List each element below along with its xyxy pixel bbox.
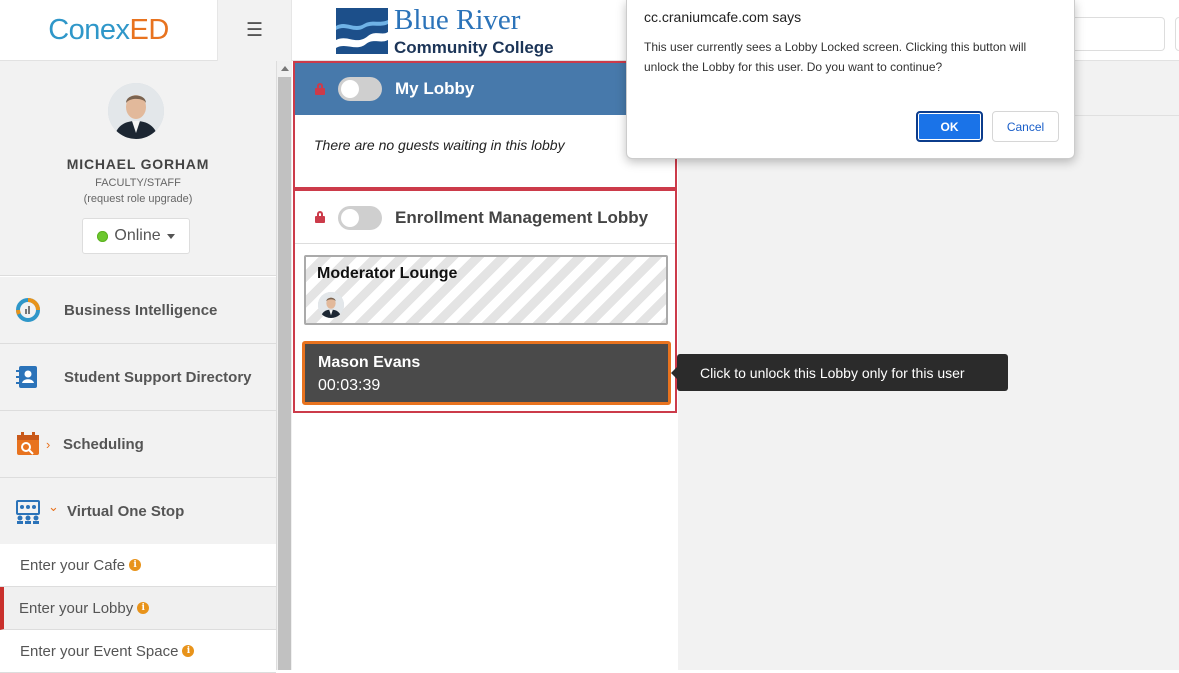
college-subtitle: Community College — [394, 38, 554, 57]
lobby-title: My Lobby — [395, 79, 475, 98]
status-label: Online — [114, 227, 161, 244]
confirm-dialog: cc.craniumcafe.com says This user curren… — [626, 0, 1075, 159]
search-input[interactable] — [1068, 17, 1165, 51]
lobby-open-toggle[interactable] — [338, 77, 382, 101]
info-icon[interactable]: i — [182, 645, 195, 657]
lobby-open-toggle[interactable] — [338, 206, 382, 230]
chevron-right-icon: › — [46, 436, 51, 452]
tooltip-text: Click to unlock this Lobby only for this… — [700, 364, 965, 381]
calendar-search-icon — [17, 432, 39, 455]
dialog-message: This user currently sees a Lobby Locked … — [644, 40, 1027, 74]
chart-ring-icon — [16, 298, 40, 322]
status-online-icon — [97, 230, 109, 242]
toggle-knob — [341, 209, 359, 227]
ok-button[interactable]: OK — [916, 111, 983, 142]
sidebar-item-label: Virtual One Stop — [67, 502, 185, 520]
moderator-lounge-title: Moderator Lounge — [317, 265, 458, 282]
subnav-label: Enter your Event Space — [20, 642, 179, 660]
search-button[interactable] — [1175, 17, 1179, 51]
moderator-lounge[interactable]: Moderator Lounge — [304, 255, 668, 325]
sidebar-scrollbar[interactable] — [277, 61, 292, 670]
lobby-title: Enrollment Management Lobby — [395, 208, 649, 227]
sidebar-item-business-intelligence[interactable]: Business Intelligence — [0, 277, 276, 344]
sidebar-item-scheduling[interactable]: › Scheduling — [0, 411, 276, 478]
user-photo-icon — [108, 83, 164, 139]
avatar[interactable] — [108, 83, 164, 139]
enrollment-lobby-header: Enrollment Management Lobby — [295, 191, 675, 244]
profile-name: MICHAEL GORHAM — [66, 156, 210, 172]
enrollment-lobby-card: Enrollment Management Lobby Moderator Lo… — [293, 189, 677, 413]
cancel-button[interactable]: Cancel — [992, 111, 1059, 142]
sidebar-item-label: Business Intelligence — [64, 301, 218, 319]
college-logo: Blue River Community College — [334, 4, 554, 58]
menu-toggle-button[interactable]: ☰ — [218, 0, 292, 61]
dialog-origin: cc.craniumcafe.com says — [644, 9, 802, 25]
role-upgrade-link[interactable]: (request role upgrade) — [0, 193, 276, 205]
chevron-down-icon: ⌄ — [48, 499, 59, 514]
guest-wait-timer: 00:03:39 — [318, 377, 381, 394]
lock-icon[interactable] — [314, 211, 326, 223]
sidebar-item-student-support-directory[interactable]: Student Support Directory — [0, 344, 276, 411]
conexed-logo[interactable]: ConexED — [0, 0, 218, 61]
guest-name: Mason Evans — [318, 354, 421, 371]
sidebar-item-label: Scheduling — [63, 435, 144, 453]
subnav-item-enter-lobby[interactable]: Enter your Lobby i — [0, 587, 276, 630]
river-logo-icon — [336, 8, 388, 54]
divider — [1075, 115, 1179, 116]
sidebar: MICHAEL GORHAM FACULTY/STAFF (request ro… — [0, 61, 277, 673]
profile-panel: MICHAEL GORHAM FACULTY/STAFF (request ro… — [0, 61, 276, 276]
unlock-tooltip: Click to unlock this Lobby only for this… — [671, 354, 1008, 391]
subnav-item-enter-event-space[interactable]: Enter your Event Space i — [0, 630, 276, 673]
empty-lobby-message: There are no guests waiting in this lobb… — [314, 137, 565, 153]
scroll-up-icon[interactable] — [281, 66, 289, 71]
my-lobby-header: My Lobby — [295, 63, 675, 115]
college-name: Blue River — [394, 4, 521, 36]
moderator-avatar[interactable] — [318, 292, 344, 318]
sidebar-item-virtual-one-stop[interactable]: ⌄ Virtual One Stop — [0, 478, 276, 545]
group-screen-icon — [16, 500, 40, 524]
profile-role: FACULTY/STAFF — [95, 177, 181, 189]
status-dropdown[interactable]: Online — [82, 218, 190, 254]
info-icon[interactable]: i — [137, 602, 150, 614]
directory-book-icon — [16, 366, 37, 388]
toggle-knob — [341, 80, 359, 98]
tooltip-arrow — [671, 367, 677, 379]
scroll-thumb[interactable] — [278, 77, 291, 670]
info-icon[interactable]: i — [129, 559, 142, 571]
caret-down-icon — [166, 233, 175, 239]
subnav-label: Enter your Lobby — [19, 599, 134, 617]
subnav-item-enter-cafe[interactable]: Enter your Cafe i — [0, 544, 276, 587]
my-lobby-card: My Lobby There are no guests waiting in … — [293, 61, 677, 189]
guest-card-mason-evans[interactable]: Mason Evans 00:03:39 — [302, 341, 671, 405]
lock-icon[interactable] — [314, 83, 326, 95]
user-photo-icon — [318, 292, 344, 318]
sidebar-item-label: Student Support Directory — [64, 368, 252, 386]
hamburger-icon: ☰ — [245, 20, 264, 41]
lobby-panel: My Lobby There are no guests waiting in … — [292, 61, 678, 670]
logo-text: ConexED — [48, 14, 169, 46]
subnav-label: Enter your Cafe — [20, 556, 126, 574]
